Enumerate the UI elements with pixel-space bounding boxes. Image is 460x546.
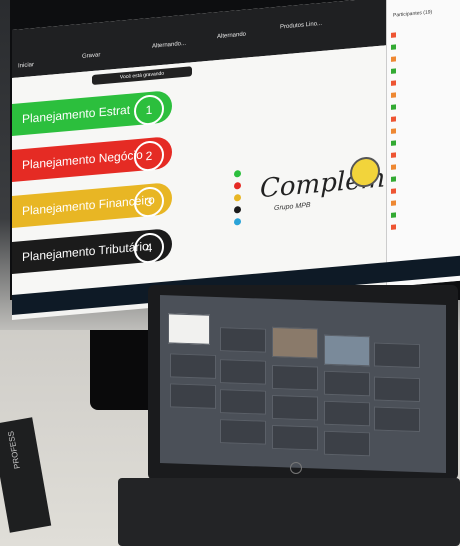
pill-4-number: 4: [134, 231, 164, 265]
participant-tile: [220, 419, 266, 445]
toolbar-item-3[interactable]: Produtos Lino...: [280, 21, 322, 31]
participant-tile: [170, 353, 216, 379]
pill-2: Planejamento Negócio 2: [12, 136, 172, 185]
pill-4: Planejamento Tributário 4: [12, 228, 172, 277]
pill-1-label: Planejamento Estrat: [22, 102, 131, 127]
participant-tile: [272, 364, 318, 391]
pill-2-number: 2: [134, 139, 164, 173]
toolbar-item-1[interactable]: Alternando...: [152, 41, 186, 50]
participant-row[interactable]: [391, 92, 399, 99]
hp-logo-icon: [290, 462, 302, 474]
participant-row[interactable]: [391, 32, 399, 39]
participant-row[interactable]: [391, 212, 399, 219]
participant-tile: [220, 389, 266, 415]
participant-tile: [324, 400, 370, 427]
participant-row[interactable]: [391, 128, 399, 135]
connector-dot-red: [234, 181, 241, 190]
toolbar-item-2[interactable]: Alternando: [217, 32, 246, 41]
book-label: PROFESS: [6, 430, 22, 470]
participant-tile: [220, 327, 266, 353]
laptop-screen: [160, 295, 446, 473]
participants-panel: Participantes (19): [386, 0, 460, 288]
pill-2-label: Planejamento Negócio: [22, 147, 143, 173]
participant-row[interactable]: [391, 116, 399, 123]
connector-dot-green: [234, 169, 241, 178]
participant-row[interactable]: [391, 44, 399, 51]
participant-row[interactable]: [391, 56, 399, 63]
participant-row[interactable]: [391, 176, 399, 183]
logo-subtitle: Grupo MPB: [274, 201, 311, 213]
participant-row[interactable]: [391, 68, 399, 75]
pill-1-number: 1: [134, 93, 164, 127]
pill-3-number: 3: [134, 185, 164, 219]
participants-title: Participantes (19): [393, 9, 433, 19]
toolbar-item-0[interactable]: Gravar: [82, 52, 100, 60]
toolbar-item-left[interactable]: Iniciar: [18, 62, 34, 69]
connector-dot-black: [234, 205, 241, 214]
participant-tile: [324, 430, 370, 457]
participant-row[interactable]: [391, 164, 399, 171]
participant-row[interactable]: [391, 188, 399, 195]
participant-row[interactable]: [391, 200, 399, 207]
recording-notice: Você está gravando: [92, 66, 192, 86]
participant-tile: [272, 394, 318, 421]
participant-tile: [220, 359, 266, 385]
participant-tile: [324, 370, 370, 397]
laptop-keyboard: [118, 478, 460, 546]
pill-1: Planejamento Estrat 1: [12, 90, 172, 139]
participant-row[interactable]: [391, 80, 399, 87]
participant-row[interactable]: [391, 152, 399, 159]
participant-tile: [170, 383, 216, 409]
pill-4-label: Planejamento Tributário: [22, 239, 149, 265]
connector-dot-blue: [234, 217, 241, 226]
video-tile-person-2: [324, 334, 370, 367]
participant-tile: [272, 424, 318, 451]
participant-tile: [374, 376, 420, 403]
laptop-slide-thumbnail: [168, 313, 210, 345]
participant-row[interactable]: [391, 224, 399, 231]
participant-tile: [374, 342, 420, 369]
connector-dot-yellow: [234, 193, 241, 202]
video-tile-person-1: [272, 326, 318, 359]
participant-row[interactable]: [391, 104, 399, 111]
participant-row[interactable]: [391, 140, 399, 147]
pill-3: Planejamento Financeiro 3: [12, 182, 172, 231]
participant-tile: [374, 406, 420, 433]
